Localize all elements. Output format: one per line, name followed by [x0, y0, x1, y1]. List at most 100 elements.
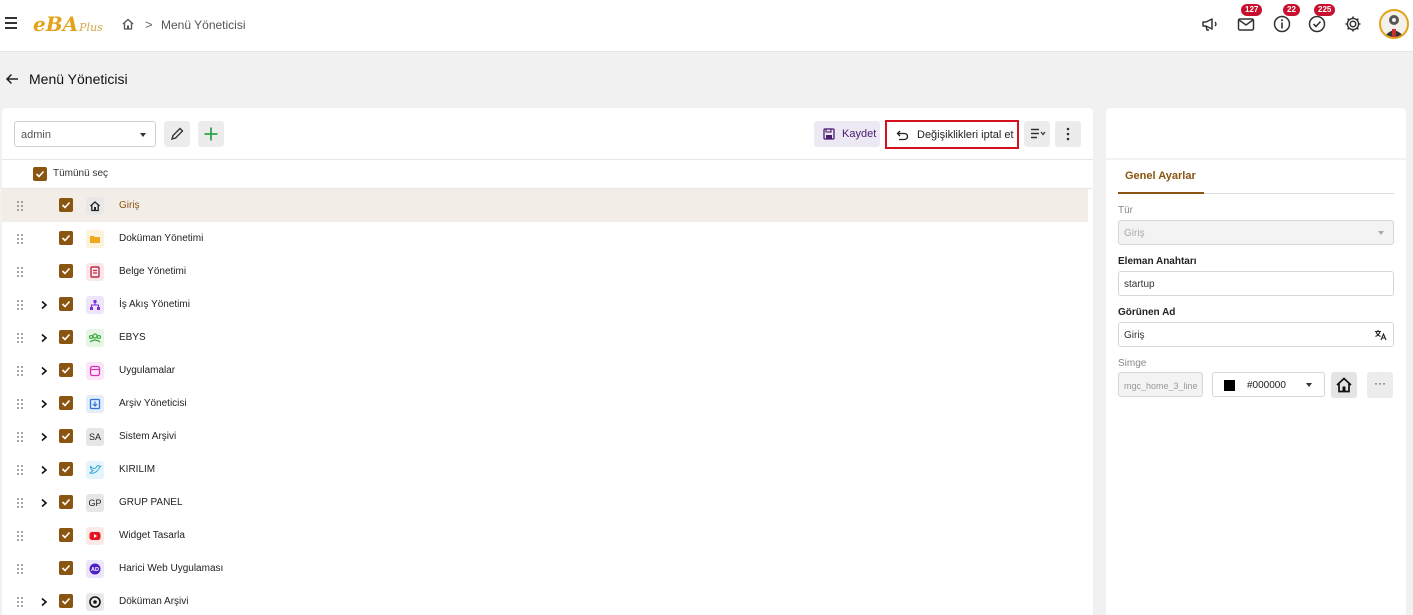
- tree-row[interactable]: Doküman Yönetimi: [2, 222, 1088, 255]
- chevron-right-icon[interactable]: [39, 596, 49, 607]
- save-button[interactable]: Kaydet: [814, 121, 880, 147]
- tree-row[interactable]: Arşiv Yöneticisi: [2, 387, 1088, 420]
- drag-handle-icon[interactable]: [16, 266, 24, 278]
- more-options-button[interactable]: [1055, 121, 1081, 147]
- undo-icon: [896, 130, 909, 141]
- gear-icon[interactable]: [1343, 14, 1363, 34]
- tree-row[interactable]: Belge Yönetimi: [2, 255, 1088, 288]
- row-checkbox[interactable]: [59, 429, 73, 443]
- checkmark-icon: [61, 201, 71, 209]
- select-all-checkbox[interactable]: [33, 167, 47, 181]
- text-badge-icon: GP: [86, 494, 104, 512]
- row-checkbox[interactable]: [59, 462, 73, 476]
- info-badge: 22: [1283, 4, 1300, 16]
- info-icon[interactable]: [1272, 14, 1292, 34]
- chevron-right-icon[interactable]: [39, 365, 49, 376]
- color-select[interactable]: #000000: [1212, 372, 1325, 397]
- row-checkbox[interactable]: [59, 561, 73, 575]
- drag-handle-icon[interactable]: [16, 299, 24, 311]
- bird-icon: [86, 461, 104, 479]
- translate-icon[interactable]: [1374, 329, 1387, 341]
- tree-row[interactable]: GP GRUP PANEL: [2, 486, 1088, 519]
- checkmark-icon: [61, 399, 71, 407]
- row-checkbox[interactable]: [59, 231, 73, 245]
- properties-header: [1106, 108, 1406, 158]
- breadcrumb[interactable]: Menü Yöneticisi: [161, 18, 246, 32]
- back-arrow-icon[interactable]: [5, 72, 19, 86]
- home-icon: [86, 197, 104, 215]
- drag-handle-icon[interactable]: [16, 497, 24, 509]
- task-check-icon[interactable]: [1307, 14, 1327, 34]
- tree-row[interactable]: SA Sistem Arşivi: [2, 420, 1088, 453]
- element-key-field[interactable]: startup: [1118, 271, 1394, 296]
- drag-handle-icon[interactable]: [16, 563, 24, 575]
- row-checkbox[interactable]: [59, 594, 73, 608]
- save-label: Kaydet: [842, 128, 877, 140]
- drag-handle-icon[interactable]: [16, 464, 24, 476]
- user-select[interactable]: admin: [14, 121, 156, 147]
- cancel-changes-label: Değişiklikleri iptal et: [917, 129, 1014, 141]
- color-value: #000000: [1247, 380, 1286, 391]
- drag-handle-icon[interactable]: [16, 398, 24, 410]
- row-checkbox[interactable]: [59, 264, 73, 278]
- element-key-label: Eleman Anahtarı: [1118, 256, 1197, 267]
- select-all-label: Tümünü seç: [53, 168, 109, 179]
- sort-options-button[interactable]: [1024, 121, 1050, 147]
- avatar[interactable]: [1379, 9, 1409, 39]
- toolbar-divider: [2, 159, 1093, 160]
- chevron-down-icon: [1378, 231, 1384, 235]
- megaphone-icon[interactable]: [1200, 14, 1220, 34]
- tree-row-label: Sistem Arşivi: [119, 431, 177, 442]
- row-checkbox[interactable]: [59, 330, 73, 344]
- cancel-changes-button[interactable]: Değişiklikleri iptal et: [885, 120, 1019, 149]
- tree-row[interactable]: Widget Tasarla: [2, 519, 1088, 552]
- edit-button[interactable]: [164, 121, 190, 147]
- tree-row[interactable]: Döküman Arşivi: [2, 585, 1088, 615]
- display-name-field[interactable]: Giriş: [1118, 322, 1394, 347]
- drag-handle-icon[interactable]: [16, 431, 24, 443]
- text-badge-icon: SA: [86, 428, 104, 446]
- row-checkbox[interactable]: [59, 528, 73, 542]
- tree-row[interactable]: AD Harici Web Uygulaması: [2, 552, 1088, 585]
- chevron-right-icon[interactable]: [39, 464, 49, 475]
- menu-icon[interactable]: [5, 17, 17, 29]
- logo[interactable]: eBAPlus: [33, 12, 103, 36]
- tree-row[interactable]: Giriş: [2, 189, 1088, 222]
- chevron-right-icon[interactable]: [39, 497, 49, 508]
- sort-list-icon: [1031, 128, 1046, 139]
- row-checkbox[interactable]: [59, 297, 73, 311]
- checkmark-icon: [61, 432, 71, 440]
- row-checkbox[interactable]: [59, 363, 73, 377]
- drag-handle-icon[interactable]: [16, 596, 24, 608]
- chevron-right-icon[interactable]: [39, 398, 49, 409]
- properties-panel: Genel Ayarlar Tür Giriş Eleman Anahtarı …: [1106, 160, 1406, 615]
- chevron-right-icon[interactable]: [39, 299, 49, 310]
- icon-preview-button[interactable]: [1331, 372, 1357, 398]
- add-button[interactable]: [198, 121, 224, 147]
- drag-handle-icon[interactable]: [16, 200, 24, 212]
- tree-row-label: Harici Web Uygulaması: [119, 563, 224, 574]
- tree-row[interactable]: Uygulamalar: [2, 354, 1088, 387]
- icon-picker-more-button[interactable]: ···: [1367, 372, 1393, 398]
- row-checkbox[interactable]: [59, 396, 73, 410]
- checkmark-icon: [61, 300, 71, 308]
- drag-handle-icon[interactable]: [16, 233, 24, 245]
- chevron-right-icon[interactable]: [39, 431, 49, 442]
- chevron-right-icon[interactable]: [39, 332, 49, 343]
- drag-handle-icon[interactable]: [16, 365, 24, 377]
- home-icon[interactable]: [121, 17, 135, 31]
- tree-row-label: Giriş: [119, 200, 140, 211]
- home-icon: [1336, 377, 1352, 393]
- youtube-icon: [86, 527, 104, 545]
- row-checkbox[interactable]: [59, 495, 73, 509]
- tree-row[interactable]: KIRILIM: [2, 453, 1088, 486]
- mail-icon[interactable]: [1236, 14, 1256, 34]
- tree-row-label: Arşiv Yöneticisi: [119, 398, 187, 409]
- tab-general-settings[interactable]: Genel Ayarlar: [1125, 170, 1196, 182]
- tree-row[interactable]: İş Akış Yönetimi: [2, 288, 1088, 321]
- tree-row[interactable]: EBYS: [2, 321, 1088, 354]
- row-checkbox[interactable]: [59, 198, 73, 212]
- drag-handle-icon[interactable]: [16, 530, 24, 542]
- archive-icon: [86, 395, 104, 413]
- drag-handle-icon[interactable]: [16, 332, 24, 344]
